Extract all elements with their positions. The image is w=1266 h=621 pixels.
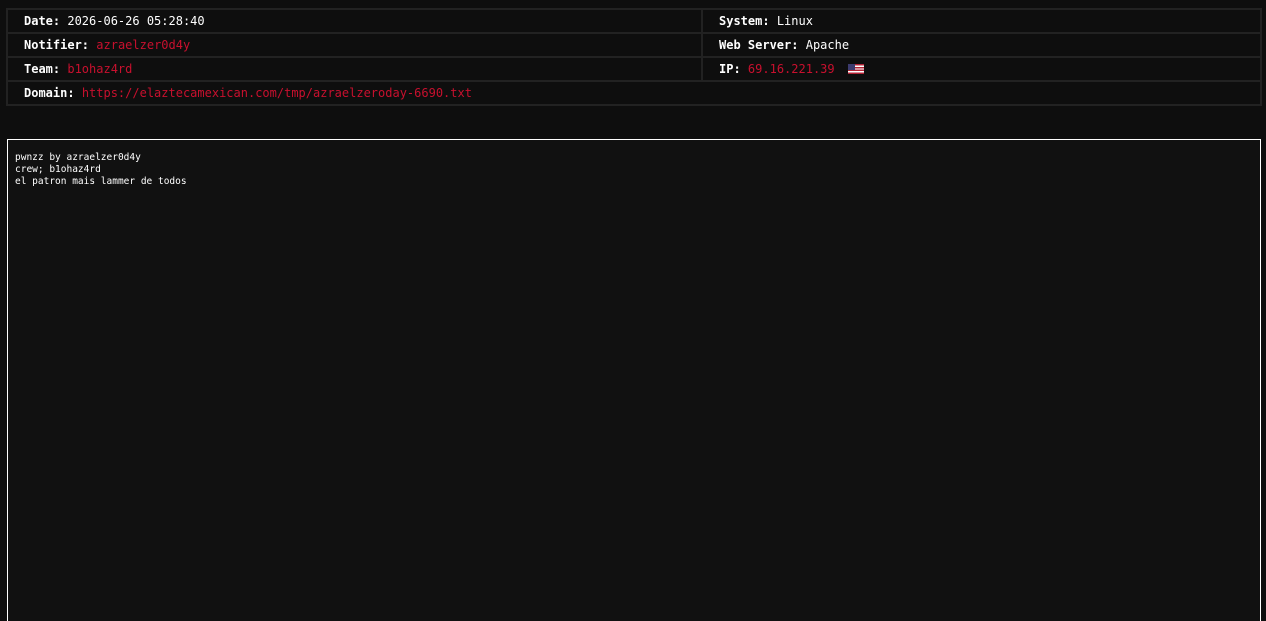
domain-cell: Domain: https://elaztecamexican.com/tmp/… [6,80,1262,106]
team-label: Team: [24,62,61,76]
mirror-page: Date: 2026-06-26 05:28:40 System: Linux … [0,0,1266,621]
ip-link[interactable]: 69.16.221.39 [748,62,835,76]
domain-label: Domain: [24,86,75,100]
date-value: 2026-06-26 05:28:40 [67,14,205,28]
domain-link[interactable]: https://elaztecamexican.com/tmp/azraelze… [82,86,472,100]
info-row: Team: b1ohaz4rd IP: 69.16.221.39 [6,56,1262,82]
system-cell: System: Linux [701,8,1262,34]
message-line: pwnzz by azraelzer0d4y [15,152,141,163]
info-row: Domain: https://elaztecamexican.com/tmp/… [6,80,1262,106]
date-cell: Date: 2026-06-26 05:28:40 [6,8,703,34]
web-server-cell: Web Server: Apache [701,32,1262,58]
ip-label: IP: [719,62,741,76]
message-line: el patron mais lammer de todos [15,176,187,187]
team-cell: Team: b1ohaz4rd [6,56,703,82]
notifier-cell: Notifier: azraelzer0d4y [6,32,703,58]
team-link[interactable]: b1ohaz4rd [67,62,132,76]
us-flag-icon [847,64,864,74]
mirror-content-frame[interactable]: pwnzz by azraelzer0d4y crew; b1ohaz4rd e… [7,139,1261,621]
message-line: crew; b1ohaz4rd [15,164,101,175]
system-label: System: [719,14,770,28]
ip-cell: IP: 69.16.221.39 [701,56,1262,82]
info-row: Notifier: azraelzer0d4y Web Server: Apac… [6,32,1262,58]
notifier-label: Notifier: [24,38,90,52]
info-row: Date: 2026-06-26 05:28:40 System: Linux [6,8,1262,34]
web-server-value: Apache [805,38,850,52]
defacement-info-table: Date: 2026-06-26 05:28:40 System: Linux … [6,8,1262,106]
notifier-link[interactable]: azraelzer0d4y [96,38,190,52]
web-server-label: Web Server: [719,38,799,52]
system-value: Linux [776,14,813,28]
date-label: Date: [24,14,61,28]
